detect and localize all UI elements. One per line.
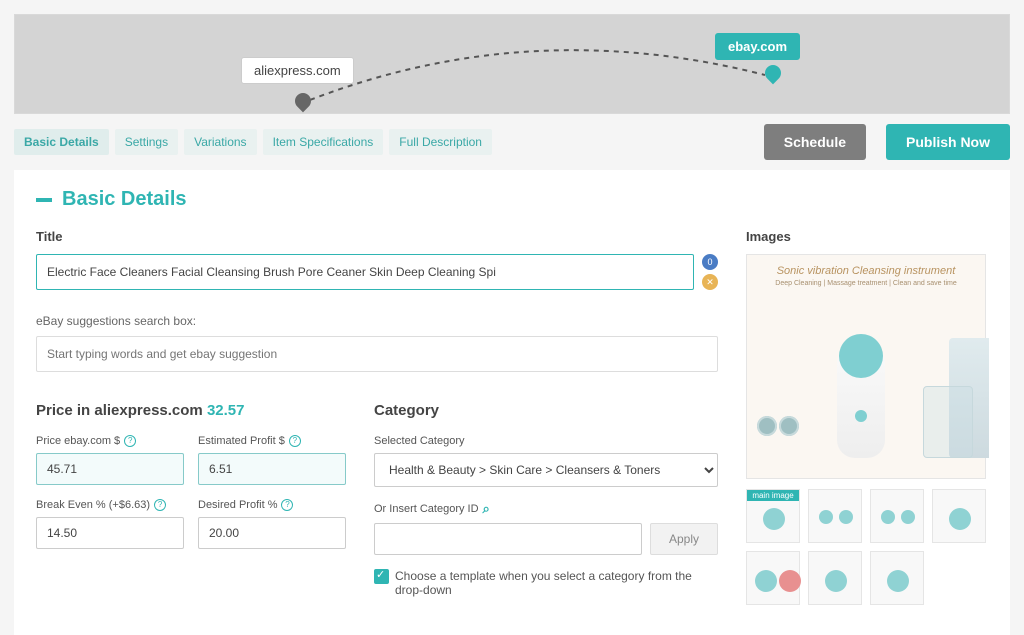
title-input[interactable] [36,254,694,290]
route-path [310,45,765,105]
selected-category-label: Selected Category [374,435,465,447]
category-id-input[interactable] [374,523,642,555]
basic-details-panel: Basic Details Title 0 ✕ eBay suggestions… [14,170,1010,635]
main-image-tag: main image [747,490,799,501]
image-thumbnails: main image [746,489,988,605]
thumbnail-7[interactable] [870,551,924,605]
section-accent-bar-icon [36,198,52,202]
section-title: Basic Details [62,188,187,211]
selected-category-select[interactable]: Health & Beauty > Skin Care > Cleansers … [374,453,718,487]
tab-full-description[interactable]: Full Description [389,129,492,155]
price-ebay-input[interactable] [36,453,184,485]
title-label: Title [36,229,718,244]
thumbnail-1[interactable]: main image [746,489,800,543]
thumbnail-6[interactable] [808,551,862,605]
help-icon[interactable]: ? [289,435,301,447]
thumbnail-2[interactable] [808,489,862,543]
price-heading: Price in aliexpress.com 32.57 [36,402,346,419]
title-reset-icon[interactable]: ✕ [702,274,718,290]
destination-marketplace-label: ebay.com [715,33,800,60]
route-map-banner: aliexpress.com ebay.com [14,14,1010,114]
apply-category-button[interactable]: Apply [650,523,718,555]
thumbnail-5[interactable] [746,551,800,605]
break-even-input[interactable] [36,517,184,549]
section-header: Basic Details [36,188,988,211]
price-heading-text: Price in aliexpress.com [36,402,207,419]
product-image-title: Sonic vibration Cleansing instrument [753,265,979,277]
thumbnail-4[interactable] [932,489,986,543]
estimated-profit-input[interactable] [198,453,346,485]
tab-item-specifications[interactable]: Item Specifications [263,129,384,155]
help-icon[interactable]: ? [154,499,166,511]
images-label: Images [746,229,988,244]
desired-profit-input[interactable] [198,517,346,549]
price-ebay-label: Price ebay.com $ [36,435,120,447]
source-marketplace-label: aliexpress.com [241,57,354,84]
tab-settings[interactable]: Settings [115,129,178,155]
template-on-category-label: Choose a template when you select a cate… [395,569,718,597]
tab-basic-details[interactable]: Basic Details [14,129,109,155]
ebay-suggestion-label: eBay suggestions search box: [36,314,718,328]
tab-variations[interactable]: Variations [184,129,256,155]
estimated-profit-label: Estimated Profit $ [198,435,285,447]
help-icon[interactable]: ? [281,499,293,511]
product-illustration [747,318,985,468]
category-heading: Category [374,402,718,419]
thumbnail-3[interactable] [870,489,924,543]
desired-profit-label: Desired Profit % [198,499,277,511]
insert-category-id-label: Or Insert Category ID [374,503,479,515]
title-charcount-badge: 0 [702,254,718,270]
help-icon[interactable]: ? [124,435,136,447]
schedule-button[interactable]: Schedule [764,124,866,160]
break-even-label: Break Even % (+$6.63) [36,499,150,511]
source-price-value: 32.57 [207,402,245,419]
search-icon[interactable]: ⌕ [483,501,490,517]
template-on-category-checkbox[interactable] [374,569,389,584]
main-product-image[interactable]: Sonic vibration Cleansing instrument Dee… [746,254,986,479]
source-pin-icon [295,93,311,114]
destination-pin-icon [765,65,781,87]
ebay-suggestion-input[interactable] [36,336,718,372]
publish-now-button[interactable]: Publish Now [886,124,1010,160]
tab-bar: Basic Details Settings Variations Item S… [0,124,1024,170]
product-image-subtitle: Deep Cleaning | Massage treatment | Clea… [753,280,979,287]
